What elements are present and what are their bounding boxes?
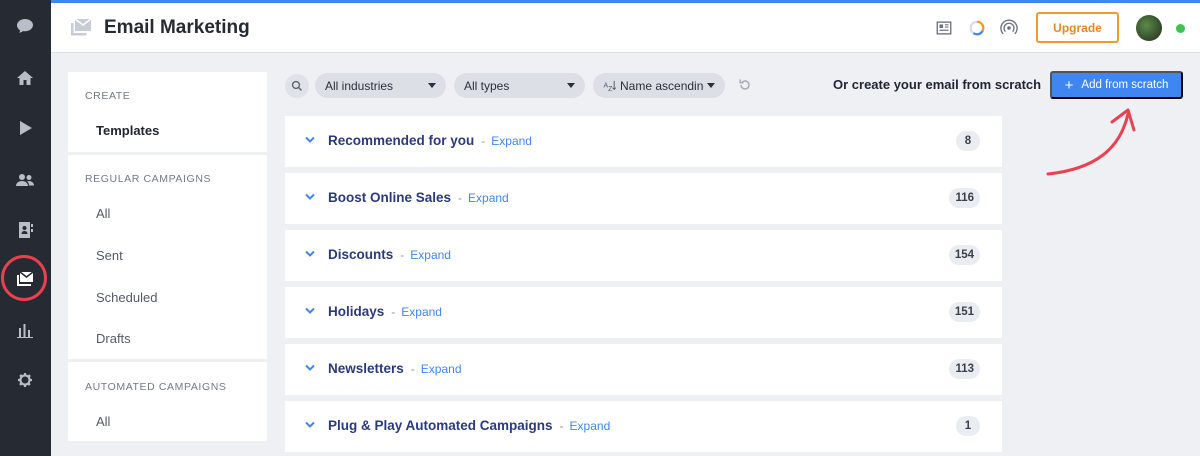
sidenav-item-templates[interactable]: Templates [96,123,159,138]
chevron-down-icon[interactable] [305,193,315,201]
chevron-down-icon[interactable] [305,421,315,429]
template-category-row[interactable]: Newsletters - Expand 113 [285,344,1002,395]
home-icon[interactable] [13,66,37,90]
expand-link[interactable]: Expand [491,134,532,148]
template-category-row[interactable]: Holidays - Expand 151 [285,287,1002,338]
avatar[interactable] [1136,15,1162,41]
chevron-down-icon[interactable] [305,136,315,144]
category-count-badge: 116 [949,188,980,208]
category-name: Recommended for you [328,133,475,148]
category-count-badge: 1 [956,416,980,436]
expand-separator: - [559,419,564,433]
template-category-row[interactable]: Plug & Play Automated Campaigns - Expand 1 [285,401,1002,452]
settings-icon[interactable] [13,368,37,392]
category-count-badge: 8 [956,131,980,151]
search-icon [291,80,303,92]
contacts-book-icon[interactable] [13,218,37,242]
category-count-badge: 113 [949,359,980,379]
broadcast-icon[interactable] [999,18,1019,38]
search-button[interactable] [285,74,309,98]
page-title: Email Marketing [104,17,250,38]
sidenav-item-drafts[interactable]: Drafts [96,331,131,346]
category-count-badge: 154 [948,245,980,265]
expand-separator: - [410,362,415,376]
expand-link[interactable]: Expand [401,305,442,319]
bar-chart-icon[interactable] [13,318,37,342]
curved-arrow-annotation [1046,108,1136,176]
category-name: Newsletters [328,361,404,376]
sidenav-section-automated: AUTOMATED CAMPAIGNS [85,381,227,393]
chevron-down-icon[interactable] [305,364,315,372]
expand-link[interactable]: Expand [421,362,462,376]
campaigns-sidenav: CREATE Templates REGULAR CAMPAIGNS All S… [68,72,267,441]
play-icon[interactable] [13,116,37,140]
category-name: Plug & Play Automated Campaigns [328,418,553,433]
type-dropdown[interactable]: All types [454,73,585,98]
sort-dropdown[interactable]: AZ Name ascending [593,73,725,98]
chevron-down-icon[interactable] [305,250,315,258]
add-from-scratch-button[interactable]: + Add from scratch [1050,71,1183,99]
plus-icon: + [1064,76,1074,94]
sort-dropdown-value: Name ascending [620,78,704,93]
sidenav-section-create: CREATE [85,90,131,102]
industry-dropdown[interactable]: All industries [315,73,446,98]
expand-separator: - [481,134,486,148]
sidenav-item-regular-all[interactable]: All [96,206,110,221]
sidenav-item-scheduled[interactable]: Scheduled [96,290,157,305]
category-name: Discounts [328,247,394,262]
reset-filters-icon[interactable] [738,78,752,92]
category-name: Boost Online Sales [328,190,452,205]
template-category-row[interactable]: Discounts - Expand 154 [285,230,1002,281]
expand-separator: - [458,191,463,205]
svg-text:Z: Z [608,86,613,92]
chat-icon[interactable] [13,14,37,38]
template-category-row[interactable]: Recommended for you - Expand 8 [285,116,1002,167]
users-icon[interactable] [13,168,37,192]
page-header: Email Marketing Upgrade [51,3,1200,53]
app-rail [0,0,51,456]
create-from-scratch-prompt: Or create your email from scratch [833,77,1042,92]
category-count-badge: 151 [948,302,980,322]
type-dropdown-value: All types [464,78,510,93]
industry-dropdown-value: All industries [325,78,394,93]
sort-az-icon: AZ [604,80,617,92]
caret-down-icon [707,83,715,88]
sidenav-divider [68,359,267,362]
chevron-down-icon[interactable] [305,307,315,315]
caret-down-icon [567,83,575,88]
sidenav-item-automated-all[interactable]: All [96,414,110,429]
expand-separator: - [400,248,405,262]
online-status-dot [1176,24,1185,33]
sidenav-section-regular: REGULAR CAMPAIGNS [85,173,212,185]
expand-separator: - [391,305,396,319]
progress-ring-icon[interactable] [967,18,987,38]
email-campaign-header-icon [71,18,92,36]
upgrade-button[interactable]: Upgrade [1036,12,1119,43]
templates-gallery-icon[interactable] [934,18,954,38]
expand-link[interactable]: Expand [570,419,611,433]
sidenav-item-sent[interactable]: Sent [96,248,123,263]
add-from-scratch-label: Add from scratch [1081,79,1169,91]
highlight-annotation-circle [1,255,47,301]
template-category-row[interactable]: Boost Online Sales - Expand 116 [285,173,1002,224]
category-name: Holidays [328,304,385,319]
caret-down-icon [428,83,436,88]
sidenav-divider [68,152,267,155]
expand-link[interactable]: Expand [410,248,451,262]
expand-link[interactable]: Expand [468,191,509,205]
